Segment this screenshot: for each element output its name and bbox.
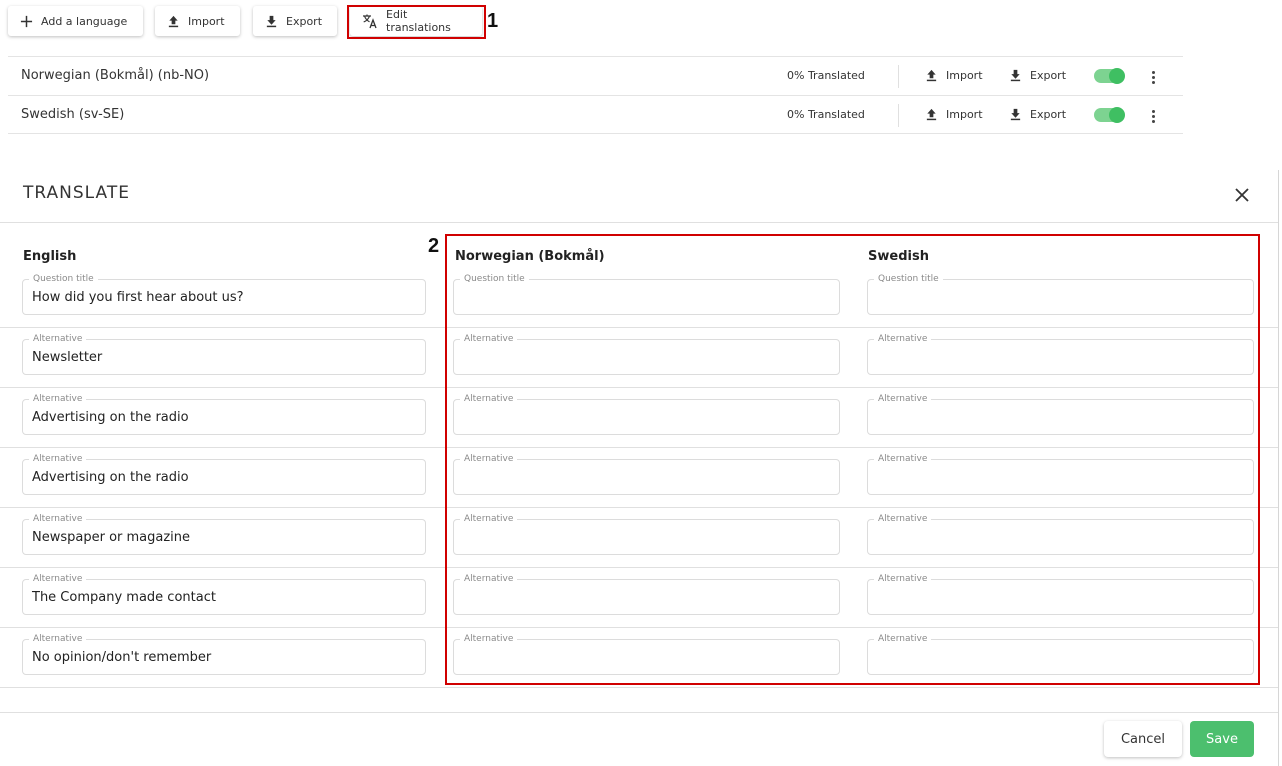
field-value: Advertising on the radio xyxy=(32,410,189,425)
edit-translations-highlight xyxy=(347,5,486,39)
field-label: Alternative xyxy=(29,633,87,645)
more-vert-icon[interactable] xyxy=(1146,106,1160,126)
dialog-edge xyxy=(1278,170,1279,766)
more-vert-icon[interactable] xyxy=(1146,67,1160,87)
annotation-marker-1: 1 xyxy=(487,10,499,32)
toggle-knob xyxy=(1109,68,1125,84)
field-label: Alternative xyxy=(29,453,87,465)
download-icon xyxy=(1010,108,1021,121)
export-button[interactable]: Export xyxy=(253,6,337,36)
language-name: Swedish (sv-SE) xyxy=(21,107,125,122)
import-label: Import xyxy=(946,69,983,82)
field-label: Alternative xyxy=(29,573,87,585)
dialog-header-divider xyxy=(0,222,1278,223)
add-language-button[interactable]: Add a language xyxy=(8,6,143,36)
language-export-button[interactable]: Export xyxy=(1009,69,1066,82)
download-icon xyxy=(1010,69,1021,82)
field-label: Alternative xyxy=(29,513,87,525)
language-enabled-toggle[interactable] xyxy=(1094,107,1125,123)
annotation-marker-2: 2 xyxy=(428,235,440,257)
language-name: Norwegian (Bokmål) (nb-NO) xyxy=(21,68,210,83)
export-label: Export xyxy=(1030,108,1067,121)
english-field[interactable]: Alternative Advertising on the radio xyxy=(22,393,426,435)
language-row-swedish: Swedish (sv-SE) 0% Translated Import Exp… xyxy=(8,95,1183,134)
import-button[interactable]: Import xyxy=(155,6,240,36)
field-value: Newsletter xyxy=(32,350,103,365)
cancel-button[interactable]: Cancel xyxy=(1104,721,1182,757)
language-row-norwegian: Norwegian (Bokmål) (nb-NO) 0% Translated… xyxy=(8,56,1183,95)
translation-status: 0% Translated xyxy=(787,108,865,121)
english-field[interactable]: Alternative Newspaper or magazine xyxy=(22,513,426,555)
translate-dialog: TRANSLATE English Norwegian (Bokmål) Swe… xyxy=(0,170,1282,766)
upload-icon xyxy=(168,15,179,27)
save-button[interactable]: Save xyxy=(1190,721,1254,757)
language-export-button[interactable]: Export xyxy=(1009,108,1066,121)
close-icon[interactable] xyxy=(1232,185,1252,205)
field-value: The Company made contact xyxy=(32,590,216,605)
field-value: No opinion/don't remember xyxy=(32,650,212,665)
language-import-button[interactable]: Import xyxy=(925,108,983,121)
import-label: Import xyxy=(188,14,225,28)
dialog-title: TRANSLATE xyxy=(23,183,130,203)
add-language-label: Add a language xyxy=(41,14,128,28)
english-field[interactable]: Alternative No opinion/don't remember xyxy=(22,633,426,675)
translation-status: 0% Translated xyxy=(787,69,865,82)
row-divider xyxy=(0,687,1278,688)
export-label: Export xyxy=(1030,69,1067,82)
export-label: Export xyxy=(286,14,323,28)
english-field[interactable]: Question title How did you first hear abo… xyxy=(22,273,426,315)
upload-icon xyxy=(926,69,937,82)
download-icon xyxy=(266,15,277,27)
english-field[interactable]: Alternative Advertising on the radio xyxy=(22,453,426,495)
field-value: Advertising on the radio xyxy=(32,470,189,485)
divider xyxy=(898,104,899,127)
english-field[interactable]: Alternative Newsletter xyxy=(22,333,426,375)
toggle-knob xyxy=(1109,107,1125,123)
import-label: Import xyxy=(946,108,983,121)
field-label: Question title xyxy=(29,273,98,285)
column-header-english: English xyxy=(23,249,77,264)
target-columns-highlight xyxy=(445,234,1260,685)
english-field[interactable]: Alternative The Company made contact xyxy=(22,573,426,615)
divider xyxy=(898,65,899,88)
language-import-button[interactable]: Import xyxy=(925,69,983,82)
upload-icon xyxy=(926,108,937,121)
dialog-footer-divider xyxy=(0,712,1278,713)
field-label: Alternative xyxy=(29,393,87,405)
field-value: How did you first hear about us? xyxy=(32,290,244,305)
field-label: Alternative xyxy=(29,333,87,345)
language-enabled-toggle[interactable] xyxy=(1094,68,1125,84)
field-value: Newspaper or magazine xyxy=(32,530,191,545)
plus-icon xyxy=(20,15,33,27)
